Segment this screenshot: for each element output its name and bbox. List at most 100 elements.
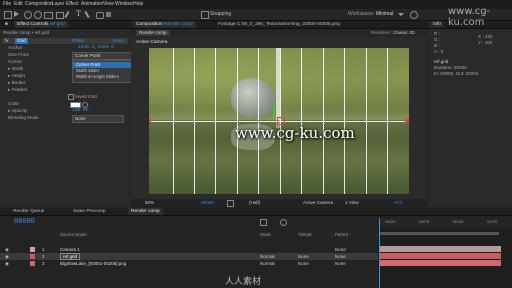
timeline-tracks[interactable]: 00025 00075 00125 00175 — [379, 218, 512, 288]
col-source-name[interactable]: Source Name — [60, 232, 87, 238]
size-from-select[interactable]: Corner Point — [72, 52, 132, 60]
axis-y-handle[interactable] — [273, 104, 275, 120]
layer-bar-camera[interactable] — [379, 246, 501, 252]
workspace-select[interactable]: Minimal — [376, 11, 393, 17]
subtab-render-comp[interactable]: Render comp — [136, 30, 170, 36]
selection-tool-icon[interactable] — [14, 11, 19, 17]
col-mode[interactable]: Mode — [260, 232, 271, 238]
tab-effect-controls[interactable]: Effect Controls ref grid — [14, 21, 68, 28]
prop-anchor-value[interactable]: 1440.0,1080.0 — [78, 45, 114, 51]
layer-trkmat[interactable]: None — [298, 253, 309, 260]
prop-feather: ▸ Feather — [8, 87, 28, 92]
menu-view[interactable]: View — [103, 1, 114, 7]
about-link[interactable]: About... — [112, 38, 128, 44]
eraser-tool-icon[interactable] — [106, 12, 111, 17]
layer-row[interactable]: ◉ 1 Camera 1 None — [0, 246, 378, 253]
menu-window[interactable]: Window — [115, 1, 133, 7]
pen-tool-icon[interactable] — [64, 10, 70, 19]
col-parent[interactable]: Parent — [335, 232, 348, 238]
visibility-eye-icon[interactable]: ◉ — [5, 261, 9, 267]
layer-parent[interactable]: None — [335, 253, 346, 260]
snapshot-icon[interactable] — [227, 200, 234, 207]
layer-mode[interactable]: Normal — [260, 260, 275, 267]
timeline-column-headers: Source Name Mode TrkMat Parent — [0, 232, 378, 238]
prop-width-label: Width — [11, 66, 24, 71]
zoom-select[interactable]: 50% — [145, 200, 154, 205]
prop-border-label: Border — [11, 80, 26, 85]
hand-tool-icon[interactable] — [24, 11, 32, 19]
col-trkmat[interactable]: TrkMat — [298, 232, 312, 238]
playhead[interactable] — [379, 218, 380, 288]
tab-composition[interactable]: Composition Render comp — [133, 21, 196, 28]
resolution-select[interactable]: (Half) — [249, 200, 260, 205]
views-select[interactable]: 1 View — [345, 200, 359, 205]
viewer-timecode[interactable]: 00000 — [201, 200, 214, 205]
search-icon[interactable] — [410, 11, 418, 19]
layer-label-color[interactable] — [30, 247, 35, 252]
project-tab[interactable]: ■ — [2, 21, 11, 28]
camera-tool-icon[interactable] — [44, 12, 53, 19]
effect-name[interactable]: Grid — [15, 38, 28, 44]
timeline-timecode[interactable]: 00000 — [14, 218, 35, 226]
menu-layer[interactable]: Layer — [52, 1, 65, 7]
comp-viewer[interactable]: www.cg-ku.com — [149, 48, 409, 194]
layer-mode[interactable]: Normal — [260, 253, 275, 260]
solo-icon[interactable] — [260, 219, 267, 226]
reset-link[interactable]: Reset — [72, 38, 84, 44]
layer-name[interactable]: Camera 1 — [60, 246, 80, 253]
layer-bar-lake[interactable] — [379, 260, 501, 266]
rectangle-tool-icon[interactable] — [56, 12, 64, 19]
info-a: A : 0 — [434, 49, 444, 54]
timeline-tabbar: Render Queue Swan Precomp Render comp — [0, 208, 512, 216]
menu-help[interactable]: Help — [133, 1, 143, 7]
tab-footage[interactable]: Footage C:\M_0_396_TeamSwimming_20000-00… — [215, 21, 343, 28]
layer-parent[interactable]: None — [335, 260, 346, 267]
tab-render-queue[interactable]: Render Queue — [10, 208, 47, 215]
tab-composition-label: Composition — [136, 22, 163, 27]
tab-info[interactable]: Info — [430, 21, 445, 28]
zoom-tool-icon[interactable] — [34, 11, 42, 19]
camera-select[interactable]: Active Camera — [303, 200, 333, 205]
prop-size-from-label: Size From — [8, 52, 29, 57]
tab-swan-precomp[interactable]: Swan Precomp — [70, 208, 109, 215]
effect-controls-panel: ■ Effect Controls ref grid Render comp •… — [0, 21, 132, 207]
layer-bar-ref-grid[interactable] — [379, 253, 501, 259]
brush-tool-icon[interactable] — [84, 10, 90, 19]
snapping-label: Snapping — [210, 11, 232, 17]
workspace-label: Workspace: — [348, 11, 375, 17]
invert-grid-checkbox[interactable] — [68, 94, 74, 100]
ruler-label: 00025 — [385, 220, 395, 224]
motion-blur-icon[interactable] — [280, 219, 287, 226]
menu-animation[interactable]: Animation — [81, 1, 103, 7]
layer-trkmat[interactable]: None — [298, 260, 309, 267]
layer-row[interactable]: ◉ 2 ref grid Normal None None — [0, 253, 378, 260]
stamp-tool-icon[interactable] — [96, 12, 104, 19]
layer-label-color[interactable] — [30, 254, 35, 259]
layer-name[interactable]: BigSlowLake_[00001-00205].png — [60, 260, 126, 267]
prop-height-label: Height — [11, 73, 25, 78]
time-ruler[interactable]: 00025 00075 00125 00175 — [379, 218, 512, 228]
menu-edit[interactable]: Edit — [14, 1, 23, 7]
text-tool-icon[interactable]: T — [76, 11, 81, 18]
layer-row[interactable]: ◉ 3 BigSlowLake_[00001-00205].png Normal… — [0, 260, 378, 267]
dropdown-option-width-height[interactable]: Width & Height Sliders — [73, 74, 131, 80]
menu-composition[interactable]: Composition — [25, 1, 53, 7]
prop-opacity-value[interactable]: 100.0% — [72, 108, 89, 114]
layer-parent[interactable]: None — [335, 246, 346, 253]
menu-file[interactable]: File — [3, 1, 11, 7]
grid-handle-left[interactable] — [149, 119, 151, 123]
chevron-down-icon[interactable] — [398, 13, 404, 16]
renderer-value[interactable]: Classic 3D — [393, 30, 415, 36]
menu-effect[interactable]: Effect — [66, 1, 79, 7]
blending-mode-select[interactable]: None — [72, 115, 124, 123]
home-icon[interactable] — [4, 11, 12, 19]
ruler-label: 00125 — [453, 220, 463, 224]
work-area-bar[interactable] — [379, 232, 499, 235]
tab-render-comp[interactable]: Render comp — [128, 208, 163, 215]
grid-handle-right[interactable] — [405, 119, 409, 123]
effect-header-row[interactable]: fx Grid Reset About... — [2, 38, 128, 44]
snapping-checkbox[interactable] — [201, 11, 209, 19]
exposure-value[interactable]: +0.0 — [393, 200, 402, 205]
layer-label-color[interactable] — [30, 261, 35, 266]
layer-name[interactable]: ref grid — [60, 253, 81, 260]
